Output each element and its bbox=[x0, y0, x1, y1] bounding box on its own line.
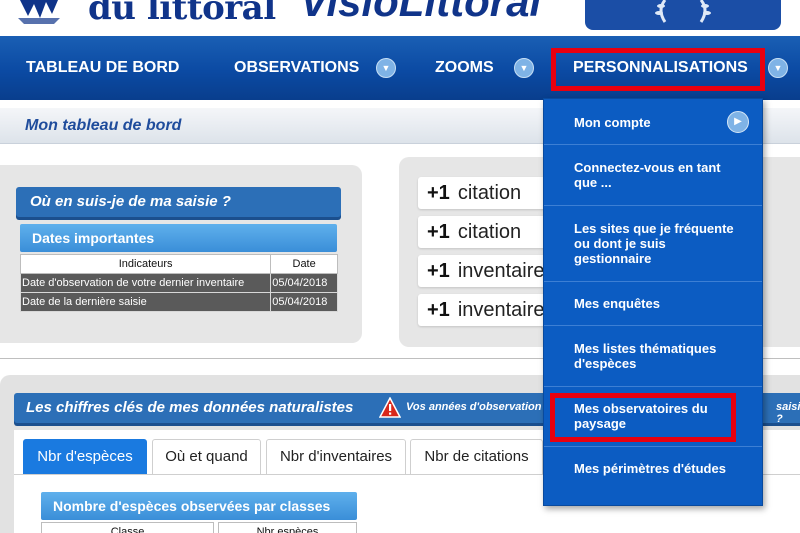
highlight-box bbox=[550, 393, 736, 442]
table-row: Date d'observation de votre dernier inve… bbox=[19, 273, 338, 293]
site-header: du littoral VisioLittoral bbox=[0, 0, 800, 36]
stat-label: inventaire bbox=[457, 260, 545, 282]
menu-separator bbox=[544, 144, 762, 145]
table-header-indicateurs: Indicateurs bbox=[19, 254, 272, 274]
warning-icon[interactable] bbox=[379, 397, 401, 418]
dates-table: Indicateurs Date Date d'observation de v… bbox=[19, 254, 338, 312]
menu-item-connectez-vous[interactable]: Connectez-vous en tant que ... bbox=[574, 160, 744, 190]
menu-item-mon-compte[interactable]: Mon compte bbox=[574, 115, 744, 130]
dates-importantes-title: Dates importantes bbox=[20, 224, 337, 252]
table-cell: Date de la dernière saisie bbox=[19, 292, 272, 312]
years-question-suffix: saisie ? bbox=[776, 401, 800, 425]
table-cell: 05/04/2018 bbox=[270, 273, 338, 293]
stat-count: +1 bbox=[427, 182, 450, 204]
table-cell: 05/04/2018 bbox=[270, 292, 338, 312]
chevron-down-icon[interactable]: ▼ bbox=[376, 58, 396, 78]
tab-nbr-especes[interactable]: Nbr d'espèces bbox=[23, 439, 147, 475]
table-header-row: Indicateurs Date bbox=[19, 254, 338, 274]
stat-count: +1 bbox=[427, 221, 450, 243]
saisie-panel-title: Où en suis-je de ma saisie ? bbox=[16, 187, 341, 217]
chevron-right-icon[interactable]: ▶ bbox=[727, 111, 749, 133]
stat-label: inventaire bbox=[457, 299, 545, 321]
tab-nbr-citations[interactable]: Nbr de citations bbox=[410, 439, 543, 475]
nav-zooms[interactable]: ZOOMS bbox=[435, 36, 494, 100]
table-header-date: Date bbox=[270, 254, 338, 274]
menu-separator bbox=[544, 325, 762, 326]
page-title: Mon tableau de bord bbox=[25, 117, 182, 134]
chevron-down-icon[interactable]: ▼ bbox=[514, 58, 534, 78]
table-cell: Date d'observation de votre dernier inve… bbox=[19, 273, 272, 293]
partner-badge bbox=[585, 0, 781, 30]
menu-separator bbox=[544, 281, 762, 282]
highlight-box bbox=[551, 48, 765, 91]
menu-separator bbox=[544, 446, 762, 447]
menu-separator bbox=[544, 205, 762, 206]
main-nav: TABLEAU DE BORD OBSERVATIONS ▼ ZOOMS ▼ P… bbox=[0, 36, 800, 100]
page: du littoral VisioLittoral TABLEAU DE BOR… bbox=[0, 0, 800, 533]
personnalisations-dropdown: Mon compte ▶ Connectez-vous en tant que … bbox=[543, 98, 763, 506]
table-row: Date de la dernière saisie 05/04/2018 bbox=[19, 292, 338, 312]
figures-title: Les chiffres clés de mes données natural… bbox=[26, 399, 354, 416]
logo-emblem-icon bbox=[18, 0, 60, 24]
menu-item-enquetes[interactable]: Mes enquêtes bbox=[574, 296, 744, 311]
menu-item-listes-thematiques[interactable]: Mes listes thématiques d'espèces bbox=[574, 341, 744, 371]
tab-ou-et-quand[interactable]: Où et quand bbox=[152, 439, 261, 475]
tab-nbr-inventaires[interactable]: Nbr d'inventaires bbox=[266, 439, 406, 475]
site-title[interactable]: VisioLittoral bbox=[300, 0, 541, 26]
stat-label: citation bbox=[457, 182, 522, 204]
menu-item-sites[interactable]: Les sites que je fréquente ou dont je su… bbox=[574, 221, 744, 266]
species-column-nbr: Nbr espèces bbox=[218, 522, 357, 533]
years-question: Vos années d'observation bbox=[406, 401, 542, 413]
laurel-icon bbox=[655, 0, 711, 23]
stat-label: citation bbox=[457, 221, 522, 243]
chevron-down-icon[interactable]: ▼ bbox=[768, 58, 788, 78]
nav-tableau-de-bord[interactable]: TABLEAU DE BORD bbox=[26, 36, 179, 100]
nav-observations[interactable]: OBSERVATIONS bbox=[234, 36, 359, 100]
logo-text: du littoral bbox=[88, 0, 276, 28]
stat-count: +1 bbox=[427, 260, 450, 282]
species-table-title: Nombre d'espèces observées par classes bbox=[41, 492, 357, 520]
species-column-classe: Classe bbox=[41, 522, 214, 533]
menu-item-perimetres-etudes[interactable]: Mes périmètres d'études bbox=[574, 461, 744, 476]
menu-separator bbox=[544, 386, 762, 387]
stat-count: +1 bbox=[427, 299, 450, 321]
